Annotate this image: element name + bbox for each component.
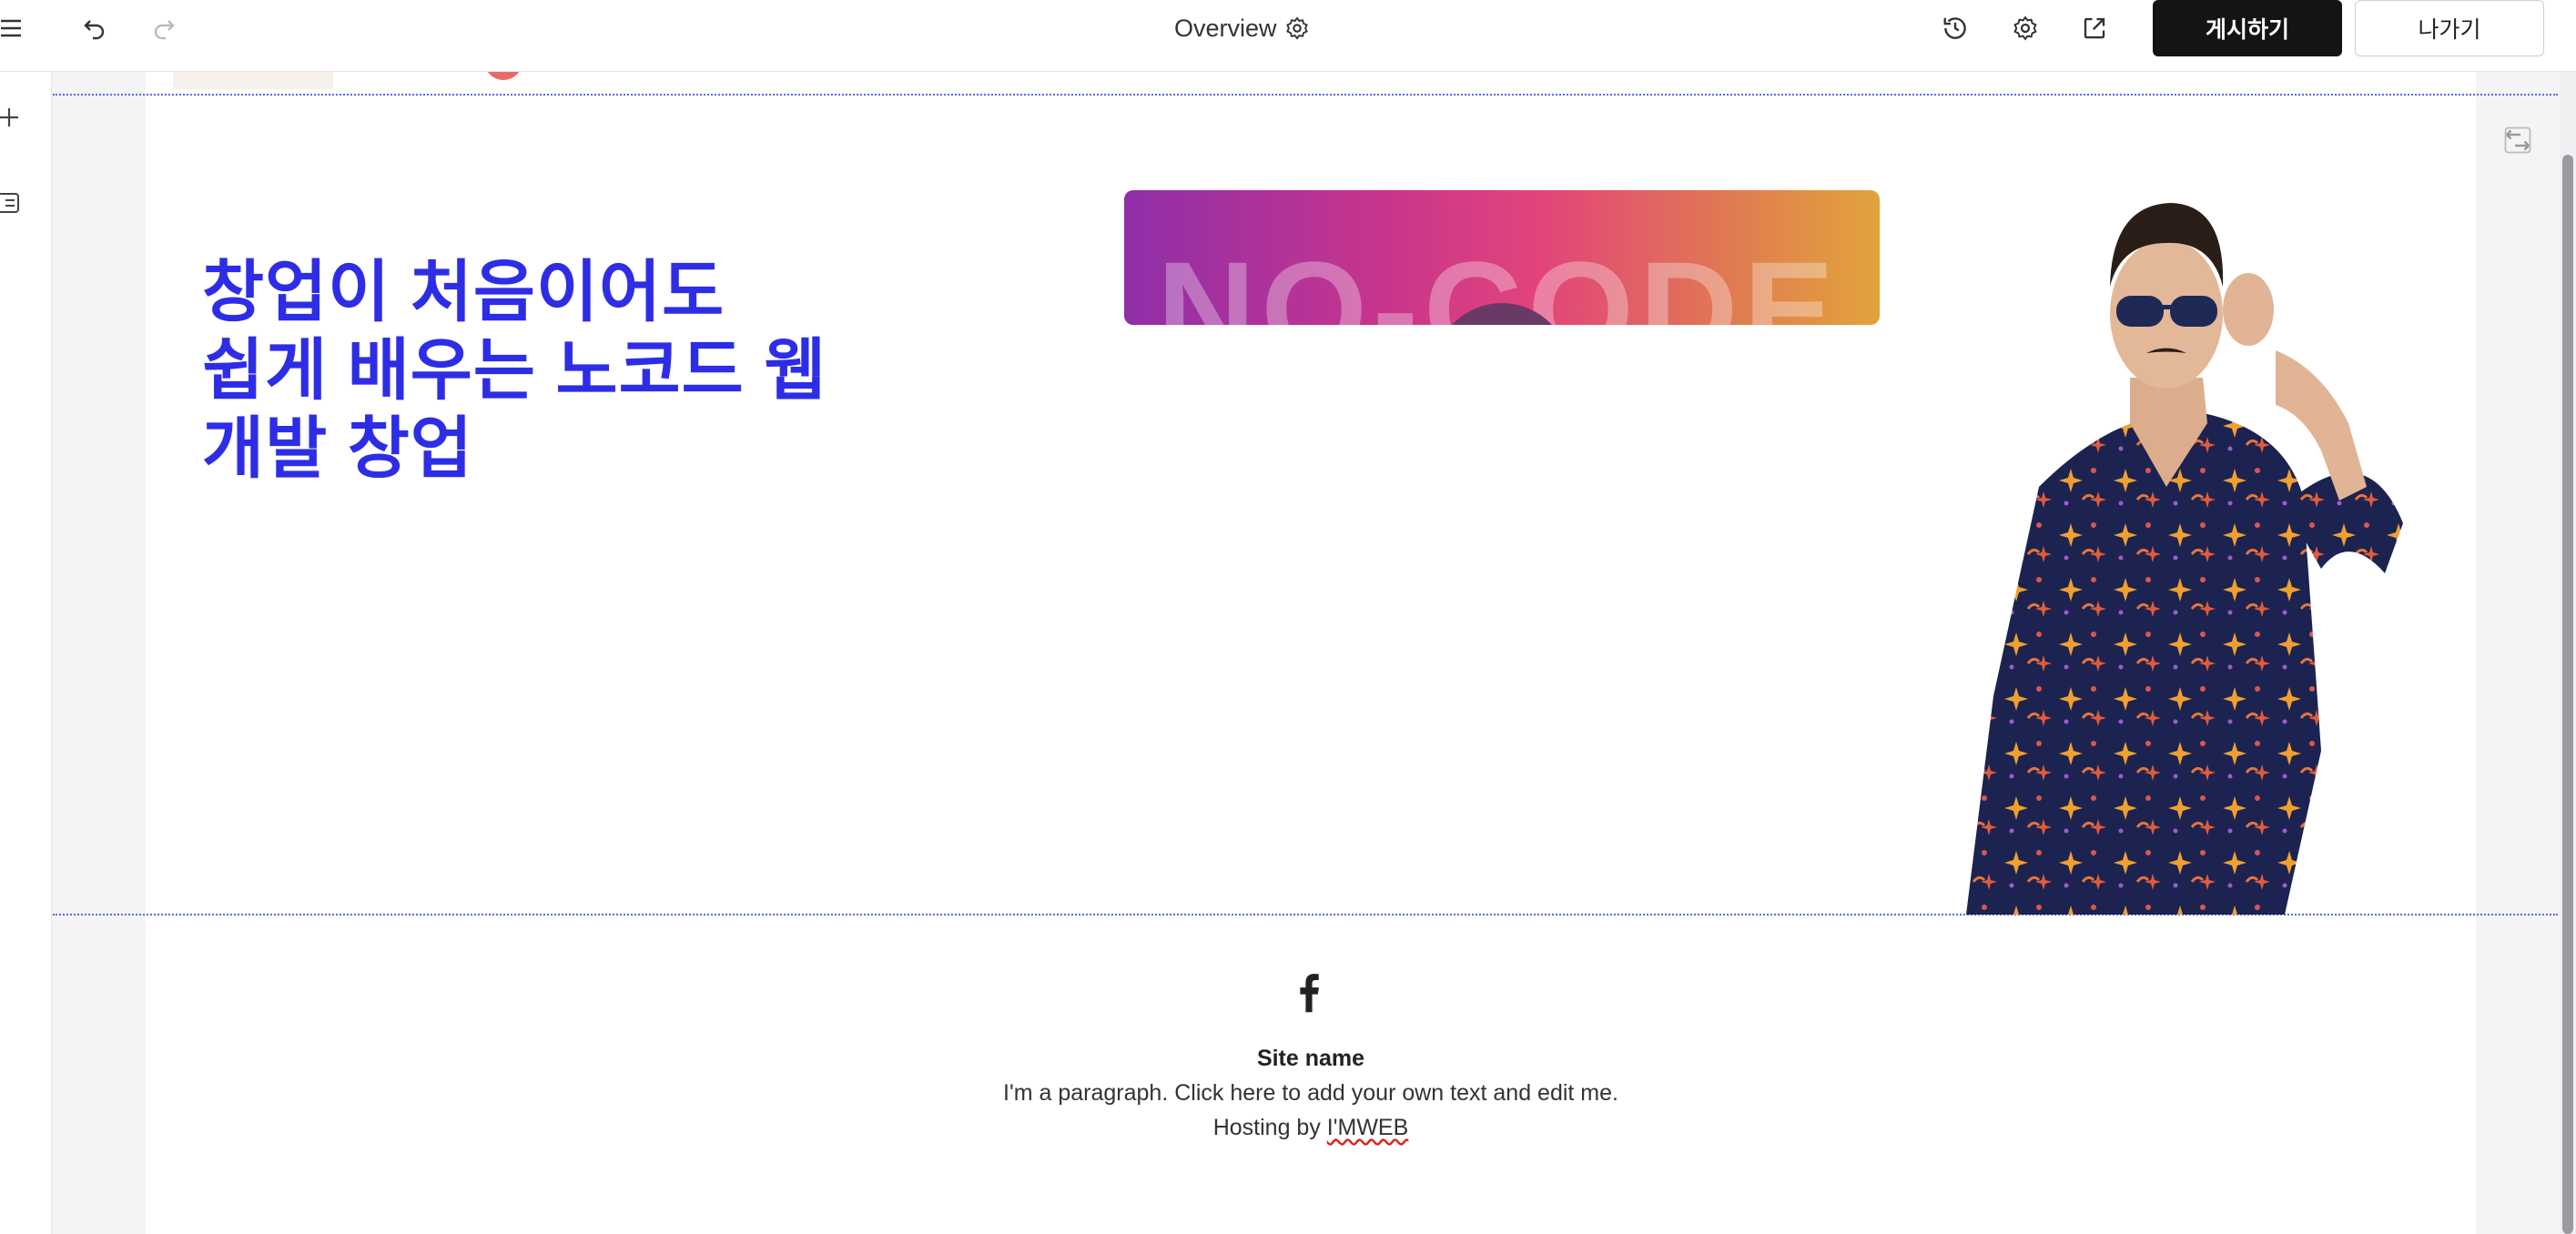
section-guide-top xyxy=(53,94,2558,96)
scrollbar-thumb[interactable] xyxy=(2562,155,2573,1234)
exit-button[interactable]: 나가기 xyxy=(2355,0,2544,56)
footer-text-block[interactable]: Site name I'm a paragraph. Click here to… xyxy=(910,1041,1711,1145)
undo-icon[interactable] xyxy=(76,10,113,46)
footer-paragraph: I'm a paragraph. Click here to add your … xyxy=(1003,1080,1618,1106)
facebook-icon[interactable] xyxy=(1291,968,1327,1014)
headline-line-3: 개발 창업 xyxy=(202,410,473,486)
left-sidebar xyxy=(0,71,52,1234)
hosting-prefix: Hosting by xyxy=(1212,1115,1327,1140)
page-title: Overview xyxy=(1174,14,1277,42)
no-code-banner-image[interactable]: NO-CODE xyxy=(1124,190,1880,325)
history-icon[interactable] xyxy=(1937,10,1973,46)
plus-icon[interactable] xyxy=(0,104,22,131)
hosting-credit: Hosting by I'MWEB xyxy=(910,1110,1711,1145)
layers-icon[interactable] xyxy=(0,189,22,217)
previous-section-image xyxy=(173,71,333,89)
hosting-brand: I'MWEB xyxy=(1326,1115,1409,1140)
external-link-icon[interactable] xyxy=(2076,10,2113,46)
page-title-selector[interactable]: Overview xyxy=(1174,10,1310,46)
hero-headline[interactable]: 창업이 처음이어도 쉽게 배우는 노코드 웹 개발 창업 xyxy=(202,253,894,488)
swap-section-icon[interactable] xyxy=(2501,124,2538,160)
redo-icon[interactable] xyxy=(146,10,182,46)
gear-icon[interactable] xyxy=(2007,10,2044,46)
model-photo[interactable] xyxy=(1893,187,2439,915)
publish-button[interactable]: 게시하기 xyxy=(2153,0,2342,56)
settings-icon xyxy=(1284,15,1310,41)
site-name: Site name xyxy=(1256,1046,1365,1071)
menu-icon[interactable] xyxy=(0,10,29,46)
headline-line-2: 쉽게 배우는 노코드 웹 xyxy=(202,332,827,408)
headline-line-1: 창업이 처음이어도 xyxy=(202,254,725,329)
editor-toolbar: Overview 게시하기 나가기 xyxy=(0,0,2576,72)
